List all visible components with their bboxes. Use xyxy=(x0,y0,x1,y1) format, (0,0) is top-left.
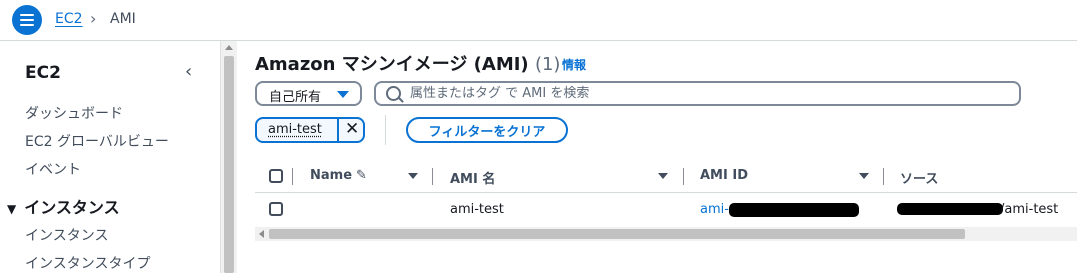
clear-filters-button[interactable]: フィルターをクリア xyxy=(406,117,568,143)
filter-divider xyxy=(385,115,386,145)
page-title-text: Amazon マシンイメージ (AMI) xyxy=(255,54,529,75)
owner-filter-select[interactable]: 自己所有 xyxy=(255,81,362,106)
search-input[interactable] xyxy=(410,84,1010,103)
sidebar-scrollbar[interactable] xyxy=(220,41,237,273)
filter-token[interactable]: ami-test ✕ xyxy=(255,117,365,143)
scrollbar-thumb[interactable] xyxy=(269,229,965,239)
breadcrumb-ec2-link[interactable]: EC2 xyxy=(55,11,83,27)
caret-down-icon xyxy=(337,91,349,98)
sort-caret-icon[interactable] xyxy=(408,173,418,179)
column-divider[interactable] xyxy=(683,168,684,185)
column-divider[interactable] xyxy=(292,168,293,185)
cell-ami-name: ami-test xyxy=(450,202,504,217)
sidebar-item-events[interactable]: イベント xyxy=(25,159,81,179)
breadcrumb-current: AMI xyxy=(110,11,136,27)
item-count: (1) xyxy=(534,54,561,75)
sidebar-item-instances[interactable]: インスタンス xyxy=(25,225,108,245)
sidebar-item-instance-types[interactable]: インスタンスタイプ xyxy=(25,253,150,273)
sidebar-item-global-view[interactable]: EC2 グローバルビュー xyxy=(25,131,169,151)
sidebar-section-instances[interactable]: ▼ インスタンス xyxy=(7,194,120,218)
sidebar-section-label: インスタンス xyxy=(24,198,120,217)
hamburger-menu-icon xyxy=(20,14,34,26)
pencil-icon: ✎ xyxy=(356,168,367,183)
table-row[interactable]: ami-test ami- /ami-test xyxy=(255,193,1077,225)
column-header-source[interactable]: ソース xyxy=(900,168,938,187)
sort-caret-icon[interactable] xyxy=(859,173,869,179)
filter-token-divider xyxy=(337,119,339,141)
sort-caret-icon[interactable] xyxy=(658,173,668,179)
column-header-name[interactable]: Name ✎ xyxy=(310,168,367,183)
sidebar-collapse-icon[interactable]: ‹ xyxy=(185,61,192,82)
filter-token-label: ami-test xyxy=(268,122,322,137)
page-title: Amazon マシンイメージ (AMI) (1) xyxy=(255,50,560,76)
sidebar-title: EC2 xyxy=(25,63,61,83)
scroll-left-icon[interactable] xyxy=(259,230,264,238)
owner-filter-value: 自己所有 xyxy=(269,90,322,105)
top-breadcrumb-bar: EC2 › AMI xyxy=(0,0,1077,41)
menu-toggle-button[interactable] xyxy=(12,5,42,35)
caret-down-icon: ▼ xyxy=(7,202,17,216)
table-header: Name ✎ AMI 名 AMI ID ソース xyxy=(255,160,1077,193)
info-link[interactable]: 情報 xyxy=(562,56,586,73)
search-icon xyxy=(386,86,401,101)
breadcrumb-chevron-icon: › xyxy=(90,9,97,28)
cell-ami-id-link[interactable]: ami- xyxy=(700,202,729,217)
column-header-name-label: Name xyxy=(310,168,353,183)
cell-source: /ami-test xyxy=(1000,202,1059,217)
row-checkbox[interactable] xyxy=(269,202,283,216)
column-divider[interactable] xyxy=(432,168,433,185)
select-all-checkbox[interactable] xyxy=(269,169,283,183)
table-horizontal-scrollbar[interactable] xyxy=(255,227,1077,241)
redaction-bar xyxy=(897,203,1003,215)
scroll-up-icon[interactable] xyxy=(225,45,233,50)
scrollbar-thumb[interactable] xyxy=(224,56,234,273)
close-icon[interactable]: ✕ xyxy=(345,119,359,139)
search-field[interactable] xyxy=(374,81,1021,106)
column-header-ami-id[interactable]: AMI ID xyxy=(700,168,748,183)
column-header-ami-name[interactable]: AMI 名 xyxy=(450,168,495,187)
sidebar: EC2 ‹ ダッシュボード EC2 グローバルビュー イベント ▼ インスタンス … xyxy=(0,41,220,273)
column-divider[interactable] xyxy=(883,168,884,185)
sidebar-item-dashboard[interactable]: ダッシュボード xyxy=(25,103,123,123)
redaction-bar xyxy=(729,203,859,217)
